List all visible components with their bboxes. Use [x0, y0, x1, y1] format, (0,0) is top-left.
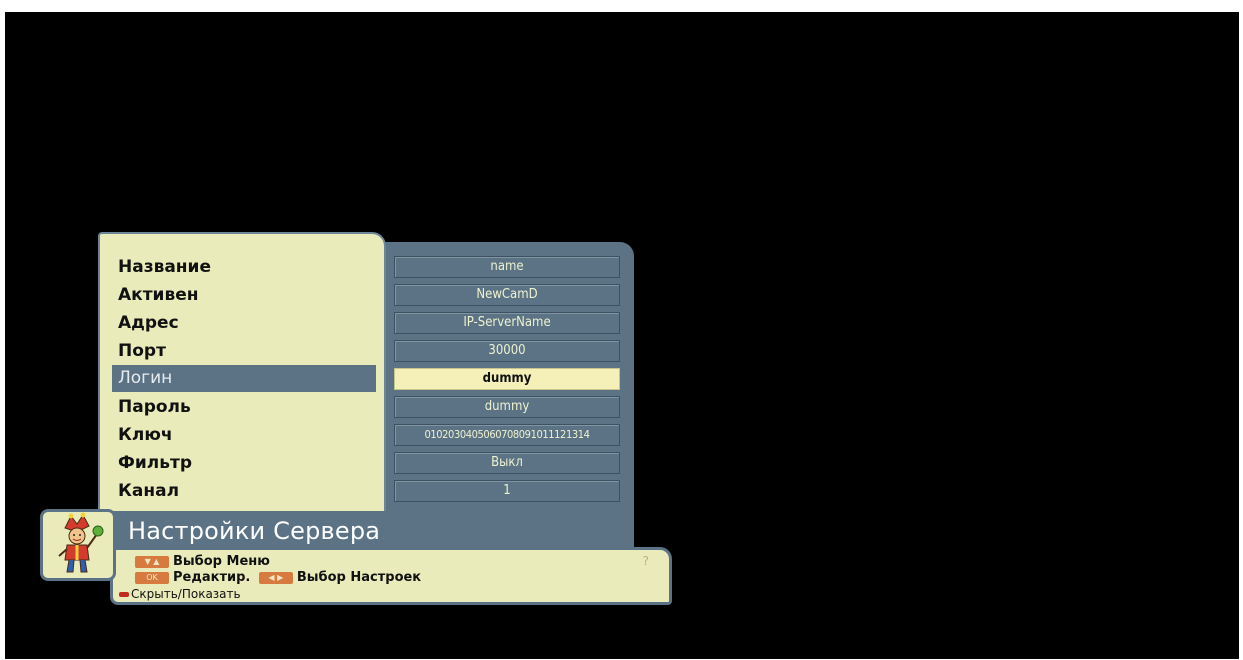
help-line-edit: OK Редактир. ◀ ▶ Выбор Настроек — [135, 570, 421, 585]
value-field-password[interactable]: dummy — [394, 396, 620, 418]
menu-item-filter[interactable]: Фильтр — [112, 450, 376, 477]
menu-item-name[interactable]: Название — [112, 254, 376, 281]
settings-menu: Название Активен Адрес Порт Логин Пароль… — [98, 232, 386, 522]
menu-item-login[interactable]: Логин — [112, 365, 376, 392]
menu-item-address[interactable]: Адрес — [112, 310, 376, 337]
value-field-name[interactable]: name — [394, 256, 620, 278]
value-field-filter[interactable]: Выкл — [394, 452, 620, 474]
up-down-key-icon: ▼ ▲ — [135, 555, 169, 568]
help-question-icon[interactable]: ? — [643, 554, 649, 568]
page-title: Настройки Сервера — [128, 517, 381, 545]
red-key-icon — [119, 592, 129, 597]
left-right-key-icon: ◀ ▶ — [258, 571, 293, 584]
value-field-login[interactable]: dummy — [394, 368, 620, 390]
value-panel: name NewCamD IP-ServerName 30000 dummy d… — [378, 242, 634, 562]
menu-item-key[interactable]: Ключ — [112, 422, 376, 449]
menu-item-port[interactable]: Порт — [112, 338, 376, 365]
value-field-channel[interactable]: 1 — [394, 480, 620, 502]
menu-item-channel[interactable]: Канал — [112, 478, 376, 505]
help-line-toggle: Скрыть/Показать — [119, 587, 241, 601]
value-field-active[interactable]: NewCamD — [394, 284, 620, 306]
title-bar: Настройки Сервера — [110, 511, 386, 549]
help-line-menu-select: ▼ ▲ Выбор Меню — [135, 554, 270, 569]
value-field-port[interactable]: 30000 — [394, 340, 620, 362]
ok-key-icon: OK — [135, 571, 169, 584]
menu-item-password[interactable]: Пароль — [112, 394, 376, 421]
value-field-key[interactable]: 0102030405060708091011121314 — [394, 424, 620, 446]
avatar — [40, 509, 116, 581]
jester-mascot-icon — [58, 512, 104, 573]
help-bar: ▼ ▲ Выбор Меню OK Редактир. ◀ ▶ Выбор Настр… — [110, 547, 672, 605]
menu-item-active[interactable]: Активен — [112, 282, 376, 309]
value-field-address[interactable]: IP-ServerName — [394, 312, 620, 334]
